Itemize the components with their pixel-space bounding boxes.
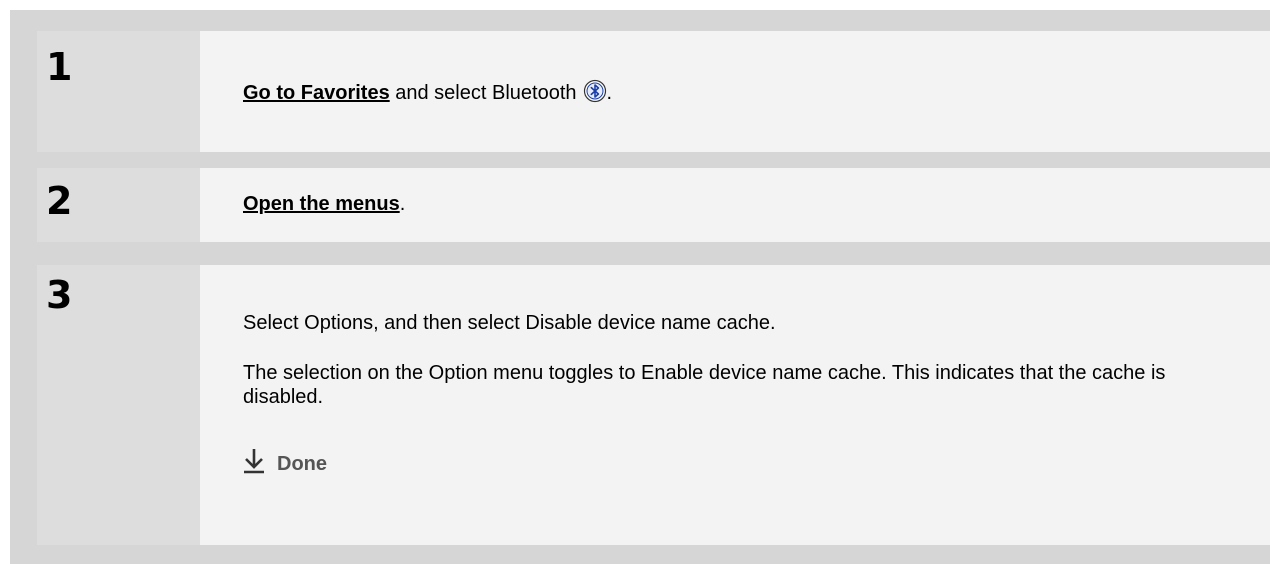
step-end: .	[399, 193, 406, 215]
step-instruction: Go to Favorites and select Bluetooth.	[243, 79, 1240, 109]
step-body: Open the menus.	[243, 168, 1240, 242]
step-body: Go to Favorites and select Bluetooth.	[243, 31, 1240, 152]
step-2: 2 Open the menus.	[37, 168, 1270, 242]
step-paragraph: Select Options, and then select Disable …	[243, 312, 776, 334]
step-instruction: Open the menus.	[243, 192, 1240, 216]
step-end: .	[606, 82, 613, 104]
step-number-cell: 3	[37, 265, 200, 545]
step-1: 1 Go to Favorites and select Bluetooth.	[37, 31, 1270, 152]
step-number-cell: 2	[37, 168, 200, 242]
step-number: 1	[46, 45, 73, 89]
done-marker: Done	[243, 448, 327, 480]
open-the-menus-link[interactable]: Open the menus	[243, 193, 400, 215]
bluetooth-icon	[583, 79, 607, 109]
step-number-cell: 1	[37, 31, 200, 152]
step-body: Select Options, and then select Disable …	[243, 265, 1240, 545]
step-3: 3 Select Options, and then select Disabl…	[37, 265, 1270, 545]
go-to-favorites-link[interactable]: Go to Favorites	[243, 82, 390, 104]
step-number: 2	[46, 179, 73, 223]
step-number: 3	[46, 273, 73, 317]
step-paragraph: The selection on the Option menu toggles…	[243, 362, 1166, 408]
down-arrow-icon	[243, 448, 277, 480]
step-text: and select Bluetooth	[389, 82, 577, 104]
done-label: Done	[277, 453, 327, 475]
steps-frame: 1 Go to Favorites and select Bluetooth. …	[10, 10, 1270, 564]
